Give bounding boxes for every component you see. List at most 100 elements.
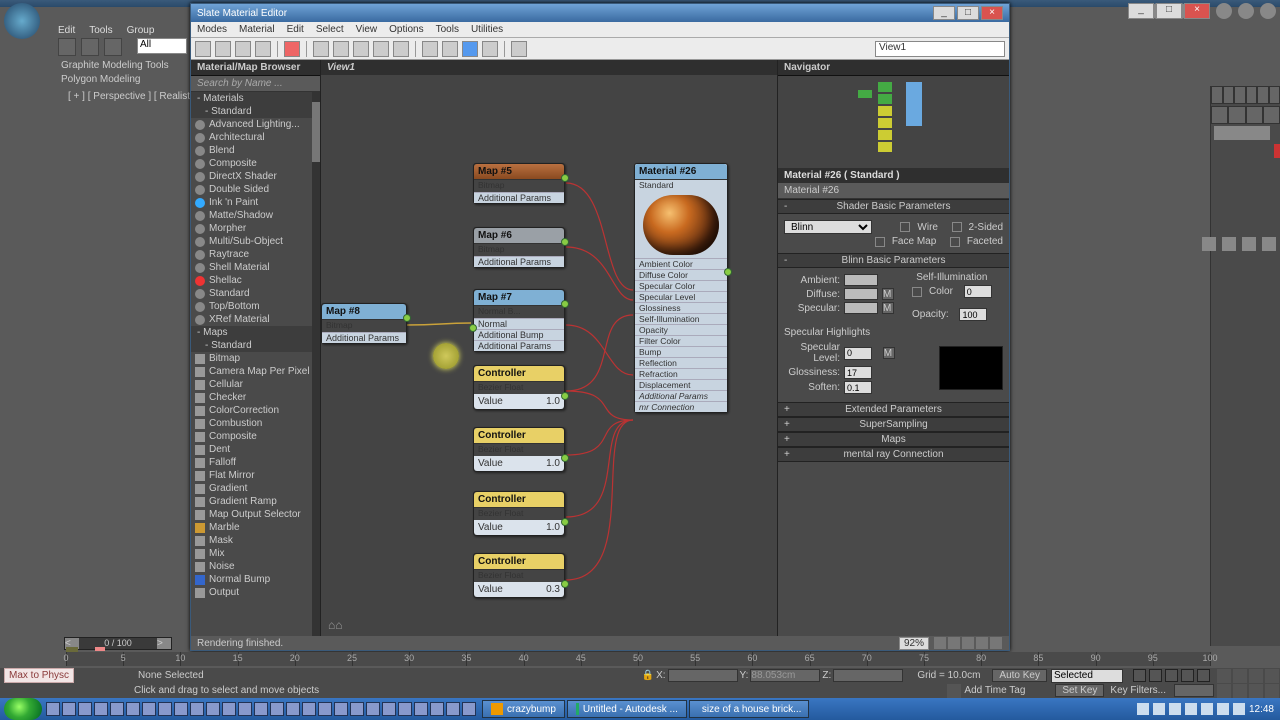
material-slot[interactable]: Specular Level [635,291,727,302]
node-controller-3[interactable]: ControllerBezier Float Value1.0 [473,491,565,536]
tool-icon[interactable] [215,41,231,57]
app-menu-orb[interactable] [4,3,40,39]
browser-item[interactable]: Morpher [191,222,320,235]
opacity-spinner[interactable] [959,308,987,321]
search-icon[interactable] [511,41,527,57]
auto-key-button[interactable]: Auto Key [992,669,1047,682]
browser-item[interactable]: Map Output Selector [191,508,320,521]
browser-item[interactable]: ColorCorrection [191,404,320,417]
playback-controls[interactable] [1133,669,1210,682]
slate-maximize-button[interactable]: □ [957,6,979,20]
viewport-nav-icon[interactable] [1217,669,1231,683]
tool-icon[interactable] [393,41,409,57]
browser-item[interactable]: Advanced Lighting... [191,118,320,131]
coord-z[interactable] [833,669,903,682]
viewport-nav-icon[interactable] [1249,669,1263,683]
browser-item[interactable]: DirectX Shader [191,170,320,183]
tag-icon[interactable] [947,684,961,698]
material-slot[interactable]: mr Connection [635,401,727,412]
taskbar-item[interactable]: crazybump [482,700,565,718]
viewport-nav-icon[interactable] [1217,684,1231,698]
ribbon-tab[interactable]: Graphite Modeling Tools [61,60,169,71]
taskbar-item[interactable]: size of a house brick... [689,700,809,718]
nav-icon[interactable] [976,637,988,649]
browser-item[interactable]: Mask [191,534,320,547]
browser-item[interactable]: Combustion [191,417,320,430]
browser-search[interactable]: Search by Name ... [191,76,320,92]
browser-item[interactable]: Camera Map Per Pixel [191,365,320,378]
specular-swatch[interactable] [844,302,878,314]
ambient-swatch[interactable] [844,274,878,286]
material-slot[interactable]: Filter Color [635,335,727,346]
ribbon-icon[interactable] [81,38,99,56]
command-panel-toggles[interactable] [1202,237,1276,251]
browser-item[interactable]: Noise [191,560,320,573]
windows-taskbar[interactable]: crazybump Untitled - Autodesk ... size o… [0,698,1280,720]
facemap-checkbox[interactable] [875,237,885,247]
timeline-key[interactable] [95,647,105,651]
zoom-level[interactable]: 92% [899,637,929,650]
node-material-26[interactable]: Material #26 Standard Ambient ColorDiffu… [634,163,728,413]
shader-dropdown[interactable]: Blinn [784,220,872,234]
start-button[interactable] [4,698,42,720]
material-slot[interactable]: Displacement [635,379,727,390]
browser-item[interactable]: Raytrace [191,248,320,261]
soften-spinner[interactable] [844,381,872,394]
browser-item[interactable]: Standard [191,287,320,300]
nav-icon[interactable] [934,637,946,649]
rollout-shader-basic[interactable]: Shader Basic Parameters [778,199,1009,214]
browser-item[interactable]: Multi/Sub-Object [191,235,320,248]
node-map6[interactable]: Map #6 Bitmap Additional Params [473,227,565,268]
material-slot[interactable]: Glossiness [635,302,727,313]
browser-item[interactable]: Composite [191,430,320,443]
slate-close-button[interactable]: × [981,6,1003,20]
nav-icon[interactable] [990,637,1002,649]
browser-item[interactable]: Mix [191,547,320,560]
material-slot[interactable]: Diffuse Color [635,269,727,280]
slate-titlebar[interactable]: Slate Material Editor _ □ × [191,4,1009,22]
material-slot[interactable]: Ambient Color [635,258,727,269]
close-button[interactable]: × [1184,3,1210,19]
system-tray[interactable]: 12:48 [1131,703,1280,715]
add-time-tag[interactable]: Add Time Tag [964,685,1025,696]
coord-x[interactable] [668,669,738,682]
browser-item[interactable]: Shell Material [191,261,320,274]
viewport-nav-icon[interactable] [1249,684,1263,698]
material-slot[interactable]: Opacity [635,324,727,335]
node-controller-1[interactable]: ControllerBezier Float Value1.0 [473,365,565,410]
node-map8[interactable]: Map #8 Bitmap Additional Params [321,303,407,344]
browser-item[interactable]: Double Sided [191,183,320,196]
diffuse-map-button[interactable]: M [882,288,894,300]
material-slot[interactable]: Self-Illumination [635,313,727,324]
faceted-checkbox[interactable] [950,237,960,247]
taskbar-item[interactable]: Untitled - Autodesk ... [567,700,687,718]
rollout-header[interactable]: Maps [778,432,1009,447]
ribbon-icon[interactable] [58,38,76,56]
browser-item[interactable]: Marble [191,521,320,534]
browser-item[interactable]: Gradient Ramp [191,495,320,508]
browser-item[interactable]: Composite [191,157,320,170]
specular-level-map-button[interactable]: M [883,347,895,359]
glossiness-spinner[interactable] [844,366,872,379]
layout-icon[interactable]: ⌂⌂ [328,618,343,632]
set-key-button[interactable]: Set Key [1055,684,1104,697]
browser-item[interactable]: Shellac [191,274,320,287]
minimize-button[interactable]: _ [1128,3,1154,19]
browser-item[interactable]: Blend [191,144,320,157]
slate-minimize-button[interactable]: _ [933,6,955,20]
rollout-blinn-basic[interactable]: Blinn Basic Parameters [778,253,1009,268]
node-controller-4[interactable]: ControllerBezier Float Value0.3 [473,553,565,598]
node-map7[interactable]: Map #7 Normal B... Normal Additional Bum… [473,289,565,352]
tool-icon[interactable] [313,41,329,57]
browser-item[interactable]: Cellular [191,378,320,391]
delete-icon[interactable] [284,41,300,57]
browser-item[interactable]: Gradient [191,482,320,495]
viewport-nav-icon[interactable] [1265,669,1279,683]
tool-icon[interactable] [442,41,458,57]
node-map5[interactable]: Map #5 Bitmap Additional Params [473,163,565,204]
key-filters-button[interactable]: Key Filters... [1110,685,1166,696]
browser-item[interactable]: Flat Mirror [191,469,320,482]
navigator-canvas[interactable] [778,76,1009,168]
rollout-header[interactable]: Extended Parameters [778,402,1009,417]
diffuse-swatch[interactable] [844,288,878,300]
